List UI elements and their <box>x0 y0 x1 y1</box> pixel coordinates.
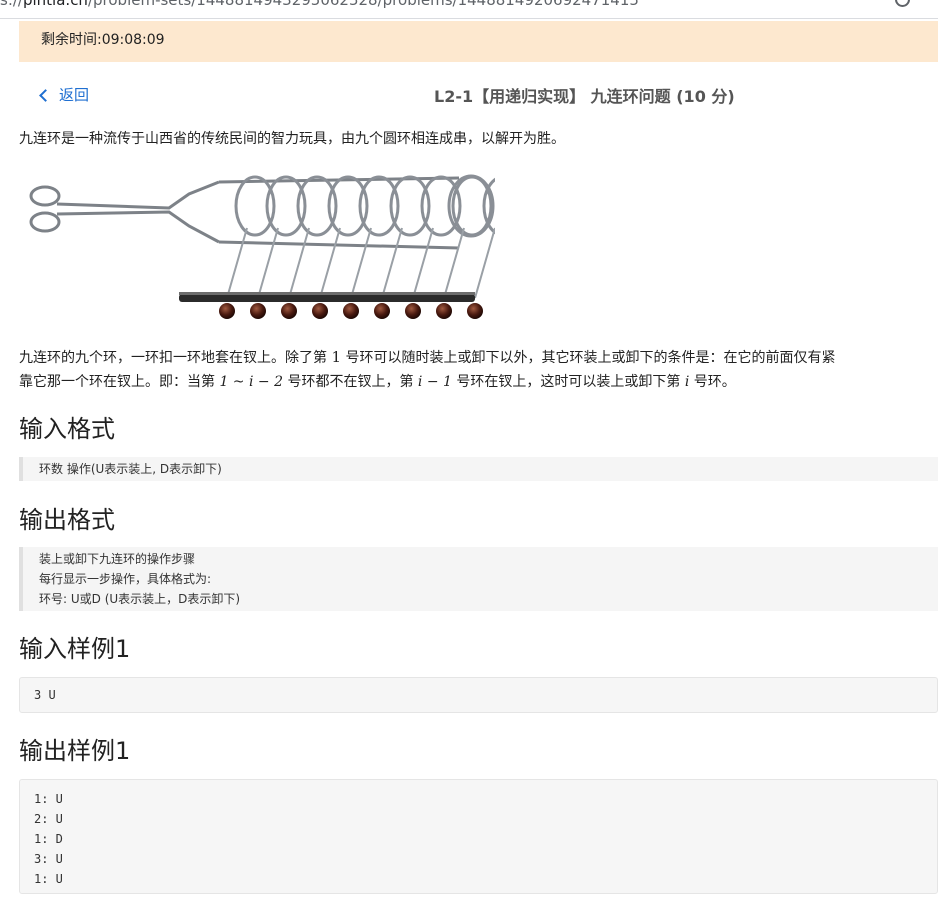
url-path: /problem-sets/1448814943295062528/proble… <box>87 0 639 9</box>
rule-text-2c: 号环在钗上，这时可以装上或卸下第 <box>451 374 685 390</box>
problem-rule: 九连环的九个环，一环扣一环地套在钗上。除了第 1 号环可以随时装上或卸下以外，其… <box>19 345 938 394</box>
ring-bead <box>312 303 328 319</box>
rule-math-prev: i − 1 <box>417 374 452 390</box>
sample-input-code[interactable]: 3 U <box>19 677 938 713</box>
ring-bead <box>467 303 483 319</box>
output-format-line: 每行显示一步操作，具体格式为: <box>39 572 212 586</box>
rule-text-2a: 靠它那一个环在钗上。即：当第 <box>19 374 220 390</box>
sample-output-heading: 输出样例1 <box>19 737 131 765</box>
problem-intro: 九连环是一种流传于山西省的传统民间的智力玩具，由九个圆环相连成串，以解开为胜。 <box>19 131 565 147</box>
sample-output-code[interactable]: 1: U 2: U 1: D 3: U 1: U <box>19 779 938 894</box>
output-format-heading: 输出格式 <box>19 506 115 534</box>
ring-bead <box>436 303 452 319</box>
url-prefix: s:// <box>0 0 23 9</box>
browser-address-bar[interactable]: s://pintia.cn/problem-sets/1448814943295… <box>0 0 938 19</box>
remaining-time-label: 剩余时间:09:08:09 <box>41 32 165 48</box>
output-format-block: 装上或卸下九连环的操作步骤 每行显示一步操作，具体格式为: 环号: U或D (U… <box>19 547 938 611</box>
rule-text-1a: 九连环的九个环，一环扣一环地套在钗上。除了第 <box>19 350 332 366</box>
rule-text-2d: 号环。 <box>689 374 736 390</box>
rule-text-1b: 号环可以随时装上或卸下以外，其它环装上或卸下的条件是：在它的前面仅有紧 <box>341 350 836 366</box>
sample-output-line: 3: U <box>34 852 63 866</box>
back-button[interactable]: 返回 <box>39 84 90 105</box>
input-format-text: 环数 操作(U表示装上, D表示卸下) <box>39 462 222 476</box>
output-format-line: 装上或卸下九连环的操作步骤 <box>39 552 196 566</box>
nine-rings-puzzle-image <box>19 160 495 330</box>
output-format-line: 环号: U或D (U表示装上，D表示卸下) <box>39 592 241 606</box>
ring-bead <box>405 303 421 319</box>
rule-number-1: 1 <box>331 348 341 366</box>
problem-header: 返回 L2-1【用递归实现】 九连环问题 (10 分) <box>19 78 938 112</box>
rule-math-range: 1 ~ i − 2 <box>219 374 284 390</box>
ring-bead <box>250 303 266 319</box>
sample-output-line: 1: U <box>34 872 63 886</box>
back-label: 返回 <box>59 86 90 104</box>
ring-bead <box>281 303 297 319</box>
rule-text-2b: 号环都不在钗上，第 <box>283 374 418 390</box>
search-icon[interactable] <box>895 0 910 7</box>
sample-output-line: 1: U <box>34 792 63 806</box>
ring-bead <box>343 303 359 319</box>
url-domain: pintia.cn <box>22 0 88 9</box>
sample-input-text: 3 U <box>34 688 56 702</box>
input-format-heading: 输入格式 <box>19 415 115 443</box>
remaining-time-banner: 剩余时间:09:08:09 <box>19 21 938 62</box>
sample-output-line: 2: U <box>34 812 63 826</box>
ring-bead <box>374 303 390 319</box>
sample-input-heading: 输入样例1 <box>19 635 131 663</box>
sample-output-line: 1: D <box>34 832 63 846</box>
input-format-block: 环数 操作(U表示装上, D表示卸下) <box>19 457 938 481</box>
ring-bead <box>219 303 235 319</box>
chevron-left-icon <box>39 88 52 102</box>
address-url[interactable]: s://pintia.cn/problem-sets/1448814943295… <box>0 0 639 9</box>
problem-title: L2-1【用递归实现】 九连环问题 (10 分) <box>434 87 735 106</box>
